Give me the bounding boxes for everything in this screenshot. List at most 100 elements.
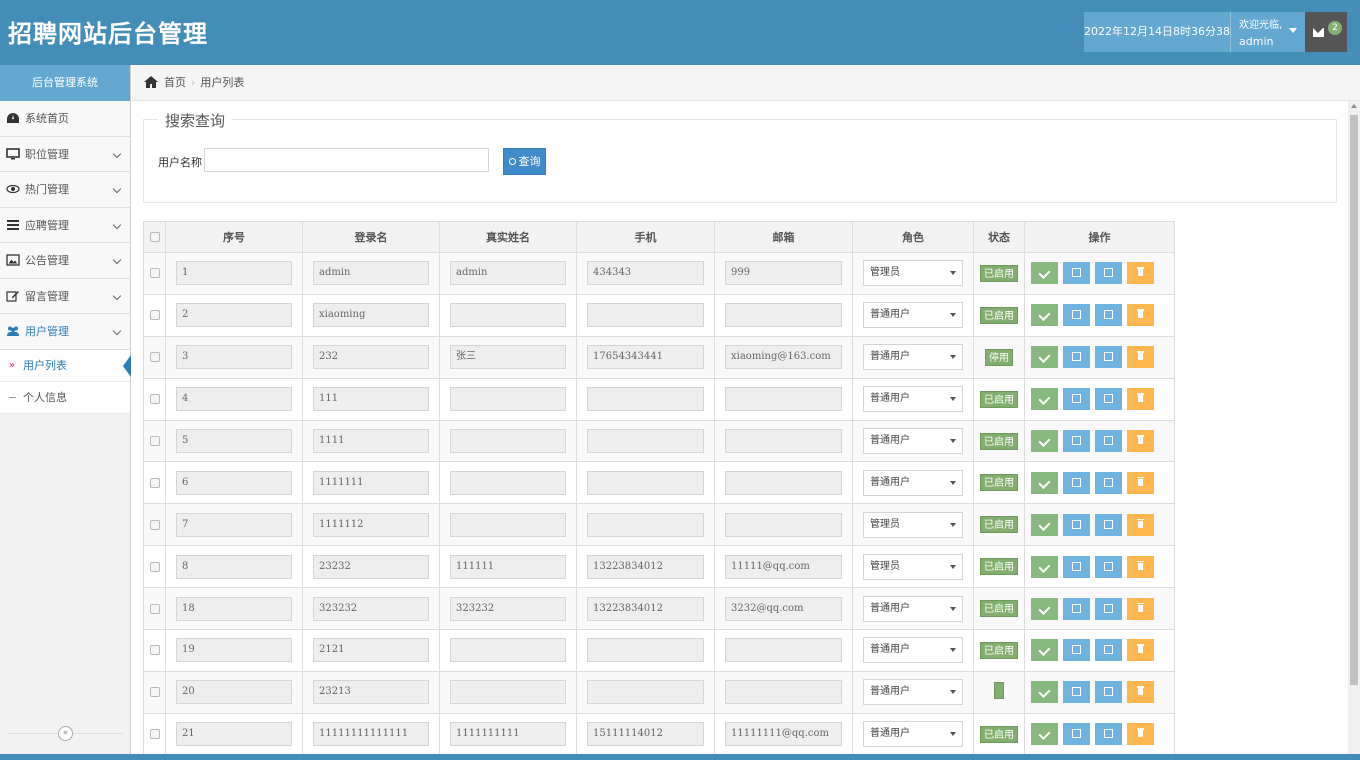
login-name-field[interactable]: xiaoming bbox=[313, 303, 429, 328]
role-select[interactable]: 普通用户 bbox=[863, 428, 963, 454]
real-name-field[interactable]: 323232 bbox=[450, 596, 566, 621]
delete-button[interactable] bbox=[1127, 597, 1154, 620]
role-select[interactable]: 普通用户 bbox=[863, 721, 963, 748]
row-checkbox[interactable] bbox=[149, 729, 160, 740]
approve-button[interactable] bbox=[1031, 304, 1058, 327]
edit-button[interactable] bbox=[1063, 262, 1090, 285]
edit-details-button[interactable] bbox=[1095, 639, 1122, 662]
row-checkbox[interactable] bbox=[149, 561, 160, 572]
real-name-field[interactable] bbox=[450, 387, 566, 412]
login-name-field[interactable]: 232 bbox=[313, 345, 429, 370]
sidebar-item-jobs[interactable]: 职位管理 bbox=[0, 136, 130, 172]
edit-button[interactable] bbox=[1063, 597, 1090, 620]
scrollbar-thumb[interactable] bbox=[1350, 115, 1358, 685]
edit-details-button[interactable] bbox=[1095, 555, 1122, 578]
approve-button[interactable] bbox=[1031, 639, 1058, 662]
edit-details-button[interactable] bbox=[1095, 430, 1122, 452]
id-field[interactable]: 6 bbox=[176, 470, 292, 495]
phone-field[interactable]: 15111114012 bbox=[587, 722, 704, 747]
phone-field[interactable]: 17654343441 bbox=[587, 345, 704, 370]
phone-field[interactable] bbox=[587, 303, 704, 328]
delete-button[interactable] bbox=[1127, 346, 1154, 369]
id-field[interactable]: 21 bbox=[176, 722, 292, 747]
id-field[interactable]: 7 bbox=[176, 512, 292, 537]
edit-details-button[interactable] bbox=[1095, 597, 1122, 620]
edit-button[interactable] bbox=[1063, 639, 1090, 662]
phone-field[interactable] bbox=[587, 680, 704, 705]
login-name-field[interactable]: 111 bbox=[313, 387, 429, 412]
row-checkbox[interactable] bbox=[149, 603, 160, 614]
email-field[interactable]: xiaoming@163.com bbox=[725, 345, 842, 370]
delete-button[interactable] bbox=[1127, 639, 1154, 662]
edit-details-button[interactable] bbox=[1095, 262, 1122, 285]
row-checkbox[interactable] bbox=[149, 436, 160, 446]
login-name-field[interactable]: 323232 bbox=[313, 596, 429, 621]
email-field[interactable]: 11111@qq.com bbox=[725, 554, 842, 579]
phone-field[interactable]: 13223834012 bbox=[587, 596, 704, 621]
user-menu[interactable]: 欢迎光临, admin bbox=[1230, 12, 1305, 52]
email-field[interactable]: 999 bbox=[725, 261, 842, 286]
row-checkbox[interactable] bbox=[149, 687, 160, 698]
edit-button[interactable] bbox=[1063, 681, 1090, 704]
phone-field[interactable] bbox=[587, 429, 704, 453]
row-checkbox[interactable] bbox=[149, 477, 160, 488]
row-checkbox[interactable] bbox=[149, 268, 160, 279]
approve-button[interactable] bbox=[1031, 388, 1058, 411]
edit-button[interactable] bbox=[1063, 513, 1090, 536]
approve-button[interactable] bbox=[1031, 471, 1058, 494]
search-button[interactable]: 查询 bbox=[503, 148, 546, 175]
edit-button[interactable] bbox=[1063, 471, 1090, 494]
id-field[interactable]: 20 bbox=[176, 680, 292, 705]
role-select[interactable]: 普通用户 bbox=[863, 344, 963, 371]
email-field[interactable]: 3232@qq.com bbox=[725, 596, 842, 621]
edit-button[interactable] bbox=[1063, 346, 1090, 369]
sidebar-collapse-button[interactable]: « bbox=[58, 726, 73, 741]
real-name-field[interactable] bbox=[450, 470, 566, 495]
delete-button[interactable] bbox=[1127, 681, 1154, 704]
sidebar-item-notices[interactable]: 公告管理 bbox=[0, 243, 130, 279]
row-checkbox[interactable] bbox=[149, 310, 160, 321]
approve-button[interactable] bbox=[1031, 555, 1058, 578]
email-field[interactable] bbox=[725, 680, 842, 705]
role-select[interactable]: 普通用户 bbox=[863, 637, 963, 664]
approve-button[interactable] bbox=[1031, 597, 1058, 620]
real-name-field[interactable] bbox=[450, 303, 566, 328]
real-name-field[interactable] bbox=[450, 680, 566, 705]
phone-field[interactable]: 434343 bbox=[587, 261, 704, 286]
role-select[interactable]: 普通用户 bbox=[863, 679, 963, 706]
edit-details-button[interactable] bbox=[1095, 471, 1122, 494]
delete-button[interactable] bbox=[1127, 388, 1154, 411]
sidebar-item-applications[interactable]: 应聘管理 bbox=[0, 207, 130, 243]
login-name-field[interactable]: 23213 bbox=[313, 680, 429, 705]
approve-button[interactable] bbox=[1031, 513, 1058, 536]
id-field[interactable]: 2 bbox=[176, 303, 292, 328]
edit-button[interactable] bbox=[1063, 555, 1090, 578]
row-checkbox[interactable] bbox=[149, 352, 160, 363]
edit-details-button[interactable] bbox=[1095, 388, 1122, 411]
sidebar-item-home[interactable]: 系统首页 bbox=[0, 101, 130, 137]
id-field[interactable]: 3 bbox=[176, 345, 292, 370]
sidebar-item-messages[interactable]: 留言管理 bbox=[0, 278, 130, 314]
role-select[interactable]: 普通用户 bbox=[863, 386, 963, 413]
role-select[interactable]: 普通用户 bbox=[863, 469, 963, 496]
login-name-field[interactable]: admin bbox=[313, 261, 429, 286]
email-field[interactable] bbox=[725, 512, 842, 537]
phone-field[interactable]: 13223834012 bbox=[587, 554, 704, 579]
edit-details-button[interactable] bbox=[1095, 346, 1122, 369]
delete-button[interactable] bbox=[1127, 513, 1154, 536]
row-checkbox[interactable] bbox=[149, 645, 160, 656]
email-field[interactable] bbox=[725, 470, 842, 495]
email-field[interactable]: 11111111@qq.com bbox=[725, 722, 842, 747]
approve-button[interactable] bbox=[1031, 346, 1058, 369]
sidebar-subitem-user-list[interactable]: » 用户列表 bbox=[0, 349, 131, 382]
real-name-field[interactable]: 1111111111 bbox=[450, 722, 566, 747]
row-checkbox[interactable] bbox=[149, 394, 160, 405]
column-header[interactable]: 登录名 bbox=[302, 221, 440, 253]
role-select[interactable]: 管理员 bbox=[863, 260, 963, 287]
login-name-field[interactable]: 1111112 bbox=[313, 512, 429, 537]
sidebar-subitem-profile[interactable]: 个人信息 bbox=[0, 381, 130, 414]
messages-button[interactable]: 2 bbox=[1305, 12, 1347, 52]
column-header[interactable]: 状态 bbox=[973, 221, 1025, 253]
email-field[interactable] bbox=[725, 303, 842, 328]
real-name-field[interactable]: 张三 bbox=[450, 345, 566, 370]
